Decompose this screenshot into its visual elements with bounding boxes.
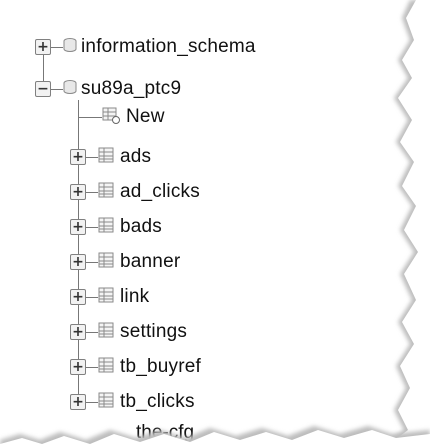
plus-expander-icon[interactable]: + bbox=[70, 394, 86, 410]
table-label: link bbox=[120, 286, 150, 307]
table-icon bbox=[98, 392, 114, 413]
table-row[interactable]: + ad_clicks bbox=[70, 175, 200, 209]
table-label: settings bbox=[120, 321, 188, 342]
table-label: ads bbox=[120, 146, 152, 167]
table-icon bbox=[98, 147, 114, 168]
new-table-icon bbox=[102, 106, 120, 129]
database-icon bbox=[63, 37, 77, 58]
table-row[interactable]: + tb_buyref bbox=[70, 350, 201, 384]
table-icon bbox=[98, 217, 114, 238]
plus-expander-icon[interactable]: + bbox=[70, 219, 86, 235]
database-label: information_schema bbox=[81, 36, 256, 57]
database-row[interactable]: + information_schema bbox=[35, 30, 256, 64]
minus-expander-icon[interactable]: − bbox=[35, 81, 51, 97]
plus-expander-icon[interactable]: + bbox=[70, 359, 86, 375]
table-row[interactable]: + link bbox=[70, 280, 149, 314]
table-row[interactable]: + banner bbox=[70, 245, 180, 279]
plus-expander-icon[interactable]: + bbox=[70, 149, 86, 165]
table-icon bbox=[98, 357, 114, 378]
database-icon bbox=[63, 79, 77, 100]
table-icon bbox=[98, 287, 114, 308]
truncated-table-label: the-cfg bbox=[136, 422, 195, 443]
screenshot-page: + information_schema − su89a_ptc9 New + … bbox=[0, 0, 430, 448]
table-label: banner bbox=[120, 251, 181, 272]
new-label: New bbox=[126, 106, 165, 127]
new-table-row[interactable]: New bbox=[78, 100, 165, 134]
plus-expander-icon[interactable]: + bbox=[35, 39, 51, 55]
table-icon bbox=[98, 182, 114, 203]
table-row[interactable]: + ads bbox=[70, 140, 151, 174]
table-row[interactable]: + settings bbox=[70, 315, 187, 349]
table-icon bbox=[98, 252, 114, 273]
plus-expander-icon[interactable]: + bbox=[70, 184, 86, 200]
plus-expander-icon[interactable]: + bbox=[70, 254, 86, 270]
table-label: bads bbox=[120, 216, 163, 237]
table-label: ad_clicks bbox=[120, 181, 200, 202]
table-row[interactable]: + tb_clicks bbox=[70, 385, 195, 419]
plus-expander-icon[interactable]: + bbox=[70, 324, 86, 340]
database-label: su89a_ptc9 bbox=[81, 78, 182, 99]
table-icon bbox=[98, 322, 114, 343]
table-label: tb_clicks bbox=[120, 391, 195, 412]
table-row[interactable]: + bads bbox=[70, 210, 162, 244]
table-label: tb_buyref bbox=[120, 356, 202, 377]
plus-expander-icon[interactable]: + bbox=[70, 289, 86, 305]
database-tree: + information_schema − su89a_ptc9 New + … bbox=[0, 0, 400, 443]
